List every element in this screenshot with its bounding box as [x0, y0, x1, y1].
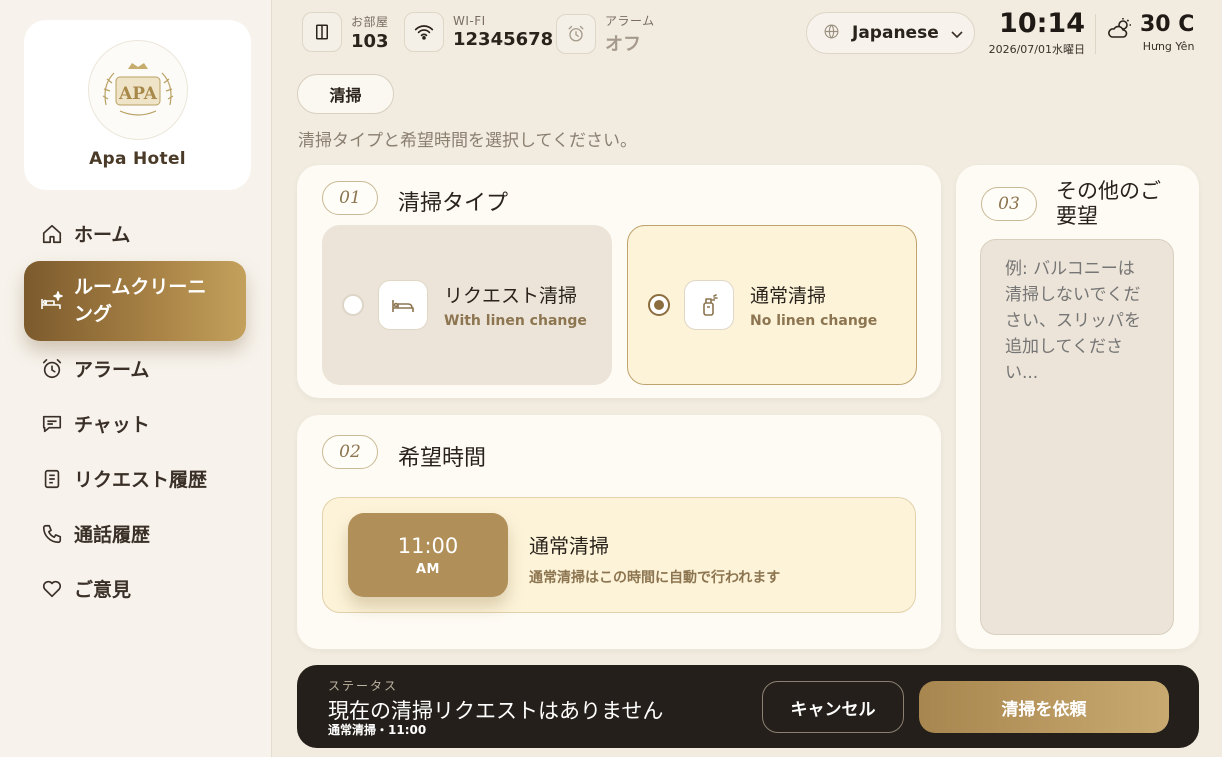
cleaning-type-card: 01 清掃タイプ リクエスト清掃 With linen change 通常清掃 …	[297, 165, 941, 398]
sidebar-item-feedback[interactable]: ご意見	[24, 561, 246, 616]
hotel-logo-card: APA Apa Hotel	[24, 20, 251, 190]
spray-icon	[684, 280, 734, 330]
svg-text:APA: APA	[118, 84, 158, 104]
sidebar-item-call-history[interactable]: 通話履歴	[24, 506, 246, 561]
phone-icon	[40, 522, 64, 546]
location: Hưng Yên	[1142, 40, 1195, 53]
step-number: 01	[322, 181, 378, 215]
other-requests-card: 03 その他のご要望	[956, 165, 1199, 649]
clock: 10:14 2026/07/01水曜日	[983, 8, 1085, 57]
option-request-cleaning[interactable]: リクエスト清掃 With linen change	[322, 225, 612, 385]
time-description-subtitle: 通常清掃はこの時間に自動で行われます	[529, 570, 781, 586]
sidebar-item-label: アラーム	[74, 359, 150, 381]
card-title: 清掃タイプ	[398, 191, 509, 216]
time-pill[interactable]: 11:00 AM	[348, 513, 508, 597]
globe-icon	[823, 23, 840, 44]
card-title: その他のご要望	[1056, 179, 1161, 228]
top-bar: お部屋 103 WI-FI 12345678 アラーム オフ Japanese …	[272, 0, 1222, 66]
sidebar: APA Apa Hotel ホーム ルームクリーニング アラーム チャット リク…	[0, 0, 272, 757]
current-time: 10:14	[999, 8, 1085, 39]
time-selector: 11:00 AM 通常清掃 通常清掃はこの時間に自動で行われます	[322, 497, 916, 613]
bed-icon	[378, 280, 428, 330]
time-description-title: 通常清掃	[529, 534, 609, 558]
alarm-clock-icon	[556, 14, 596, 54]
sidebar-item-label: チャット	[74, 414, 150, 436]
home-icon	[40, 222, 64, 246]
room-info: お部屋 103	[302, 12, 389, 52]
alarm-clock-icon	[40, 357, 64, 381]
alarm-status: オフ	[605, 34, 641, 55]
sidebar-item-label: ご意見	[74, 579, 132, 601]
sidebar-item-request-history[interactable]: リクエスト履歴	[24, 451, 246, 506]
alarm-label: アラーム	[605, 14, 655, 28]
sidebar-nav: ホーム ルームクリーニング アラーム チャット リクエスト履歴 通話履歴 ご意見	[24, 206, 246, 616]
step-number: 02	[322, 435, 378, 469]
hotel-logo: APA	[87, 40, 188, 140]
cancel-button[interactable]: キャンセル	[762, 681, 904, 733]
wifi-icon	[404, 12, 444, 52]
chevron-down-icon	[951, 24, 963, 43]
sidebar-item-alarm[interactable]: アラーム	[24, 341, 246, 396]
option-normal-cleaning[interactable]: 通常清掃 No linen change	[627, 225, 917, 385]
room-number: 103	[351, 30, 389, 52]
option-title: リクエスト清掃	[444, 285, 578, 307]
sidebar-item-chat[interactable]: チャット	[24, 396, 246, 451]
temperature: 30 C	[1140, 12, 1195, 37]
card-title: 希望時間	[398, 446, 487, 471]
room-label: お部屋	[351, 14, 389, 29]
option-subtitle: No linen change	[750, 313, 878, 329]
option-subtitle: With linen change	[444, 313, 587, 329]
partly-cloudy-icon	[1108, 18, 1132, 53]
sidebar-item-label: ホーム	[74, 224, 131, 246]
wifi-label: WI-FI	[453, 14, 486, 28]
radio-selected[interactable]	[648, 294, 670, 316]
wifi-password: 12345678	[453, 29, 554, 50]
sidebar-item-label: ルームクリーニング	[74, 276, 207, 325]
step-number: 03	[981, 187, 1037, 221]
status-label: ステータス	[328, 679, 399, 693]
selected-time: 11:00	[397, 534, 459, 558]
am-pm-label: AM	[416, 562, 440, 577]
request-cleaning-button[interactable]: 清掃を依頼	[919, 681, 1169, 733]
preferred-time-card: 02 希望時間 11:00 AM 通常清掃 通常清掃はこの時間に自動で行われます	[297, 415, 941, 649]
language-select[interactable]: Japanese	[806, 12, 975, 54]
document-icon	[40, 467, 64, 491]
radio-unselected[interactable]	[342, 294, 364, 316]
heart-icon	[40, 577, 64, 601]
divider	[1095, 14, 1096, 54]
status-bar: ステータス 現在の清掃リクエストはありません 通常清掃・11:00 キャンセル …	[297, 665, 1199, 748]
chat-icon	[40, 412, 64, 436]
current-date: 2026/07/01水曜日	[988, 43, 1085, 56]
door-icon	[302, 12, 342, 52]
alarm-info[interactable]: アラーム オフ	[556, 12, 655, 56]
sidebar-item-room-cleaning[interactable]: ルームクリーニング	[24, 261, 246, 341]
sidebar-item-home[interactable]: ホーム	[24, 206, 246, 261]
page-subtitle: 清掃タイプと希望時間を選択してください。	[298, 131, 637, 151]
wifi-info: WI-FI 12345678	[404, 12, 553, 52]
bed-sparkle-icon	[40, 289, 64, 313]
weather: 30 C Hưng Yên	[1108, 12, 1194, 53]
requests-textarea[interactable]	[980, 239, 1174, 635]
tab-cleaning[interactable]: 清掃	[297, 74, 394, 114]
language-value: Japanese	[852, 23, 939, 43]
status-detail: 通常清掃・11:00	[328, 723, 427, 737]
sidebar-item-label: 通話履歴	[74, 524, 151, 546]
sidebar-item-label: リクエスト履歴	[74, 469, 208, 491]
option-title: 通常清掃	[750, 285, 827, 307]
hotel-name: Apa Hotel	[89, 149, 186, 169]
